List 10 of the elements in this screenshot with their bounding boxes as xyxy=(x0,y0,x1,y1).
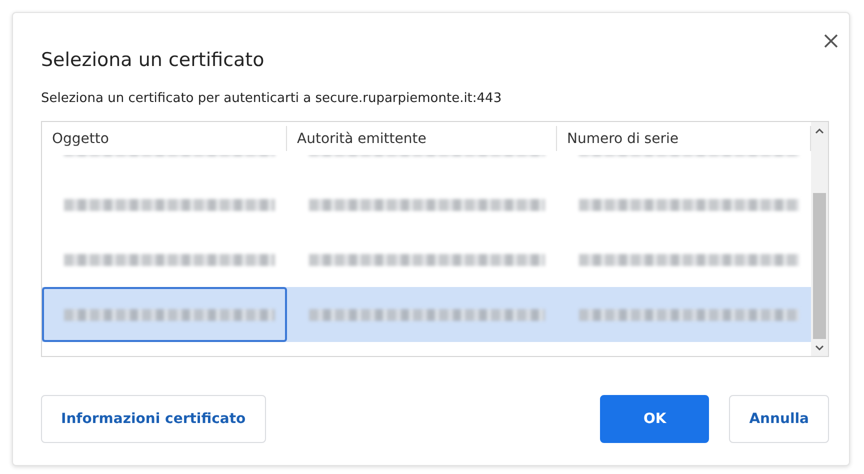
column-header[interactable]: Oggetto xyxy=(42,126,287,151)
column-header[interactable]: Autorità emittente xyxy=(287,126,557,151)
scrollbar[interactable] xyxy=(811,122,828,356)
certificate-row[interactable] xyxy=(42,287,811,342)
dialog-subtitle: Seleziona un certificato per autenticarti a secure.ruparpiemonte.it:443 xyxy=(41,91,503,106)
dialog-title: Seleziona un certificato xyxy=(41,49,266,71)
scrollbar-thumb[interactable] xyxy=(813,193,826,339)
ok-button[interactable]: OK xyxy=(600,395,710,443)
cancel-button[interactable]: Annulla xyxy=(729,395,829,443)
info-button[interactable]: Informazioni certificato xyxy=(41,395,266,443)
